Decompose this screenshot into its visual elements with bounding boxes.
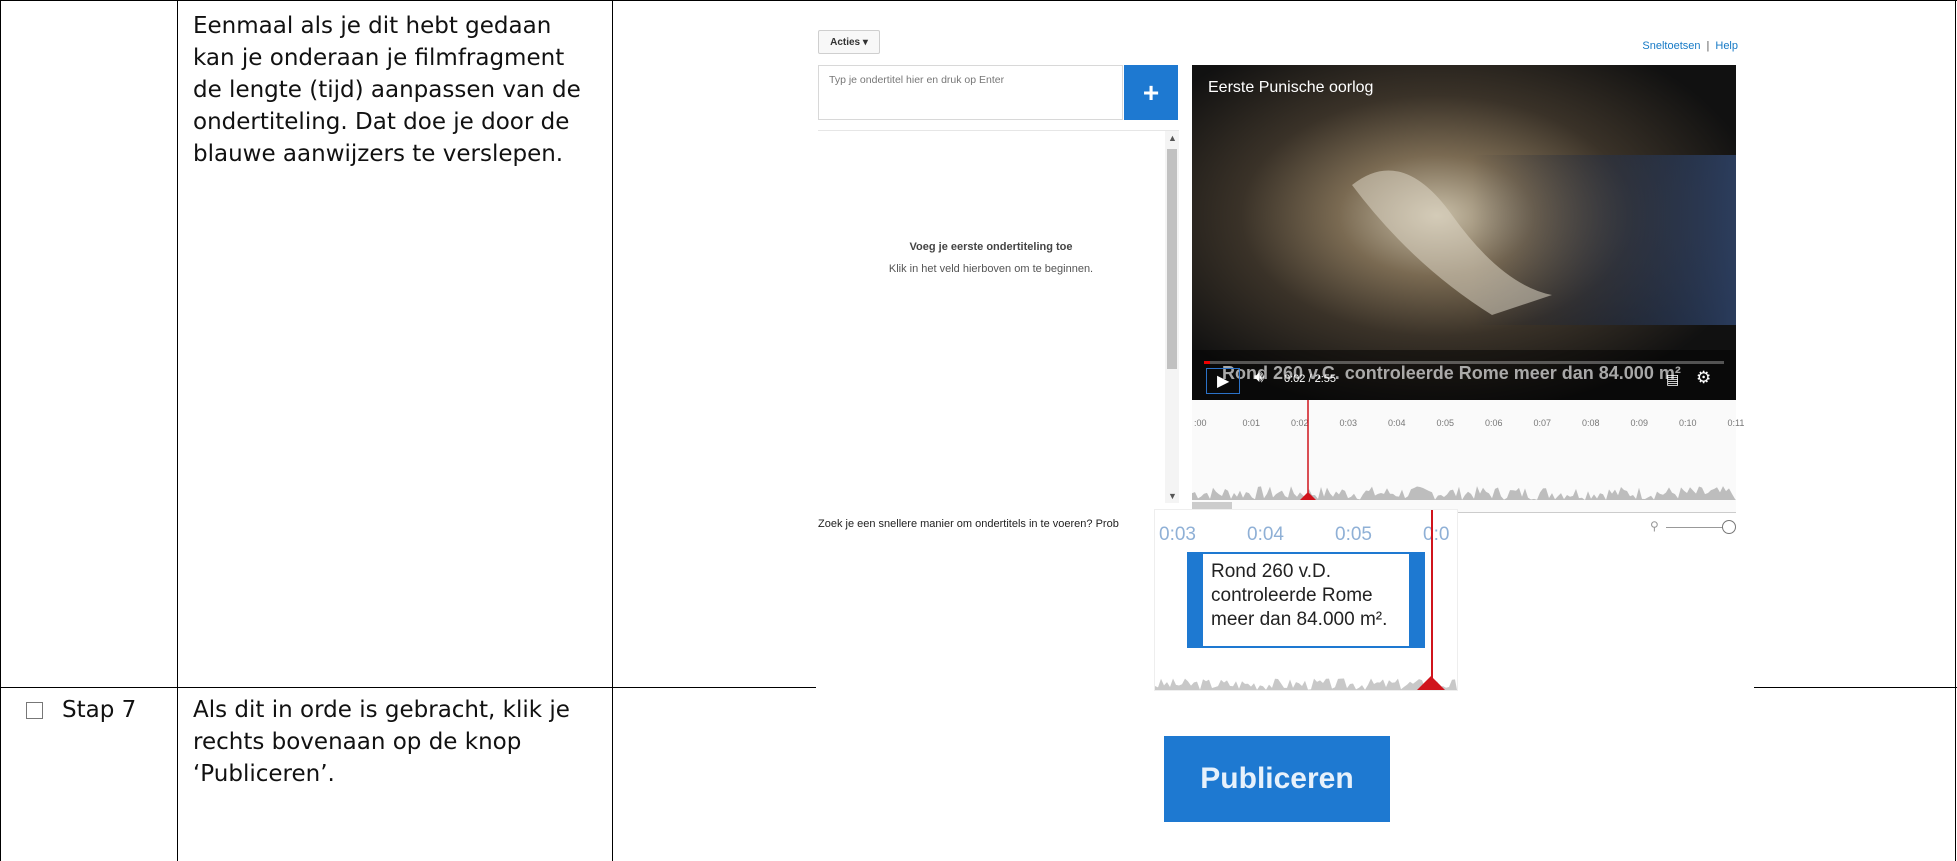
volume-icon[interactable]: 🔊︎ bbox=[1254, 369, 1264, 387]
video-title: Eerste Punische oorlog bbox=[1208, 79, 1374, 96]
table-border-right bbox=[1955, 0, 1956, 861]
table-border-col2 bbox=[612, 0, 613, 861]
instruction-text-row2: Als dit in orde is gebracht, klik je rec… bbox=[193, 697, 570, 787]
step-label: Stap 7 bbox=[62, 697, 137, 723]
subtitles-icon[interactable]: ▤ bbox=[1666, 371, 1679, 388]
table-border-col1 bbox=[177, 0, 178, 861]
publish-button[interactable]: Publiceren bbox=[1164, 736, 1390, 822]
zoomed-tick-label: 0:03 bbox=[1159, 524, 1196, 545]
subtitle-input[interactable]: Typ je ondertitel hier en druk op Enter bbox=[818, 65, 1123, 120]
zoom-slider-handle[interactable] bbox=[1722, 520, 1736, 534]
play-icon[interactable]: ▶ bbox=[1206, 368, 1241, 394]
zoomed-playhead bbox=[1431, 510, 1433, 682]
video-progress-fill bbox=[1204, 361, 1210, 364]
top-links: Sneltoetsen | Help bbox=[1642, 40, 1738, 52]
instruction-text-row1: Eenmaal als je dit hebt gedaan kan je on… bbox=[193, 13, 581, 167]
zoomed-tick-label: 0:05 bbox=[1335, 524, 1372, 545]
video-frame bbox=[1192, 65, 1736, 400]
help-link[interactable]: Help bbox=[1715, 40, 1738, 52]
settings-gear-icon[interactable]: ⚙︎ bbox=[1696, 368, 1711, 388]
table-border-top bbox=[0, 0, 1957, 1]
zoom-slider[interactable] bbox=[1666, 527, 1724, 528]
table-border-left bbox=[0, 0, 1, 861]
link-separator: | bbox=[1706, 40, 1710, 52]
zoomed-cue-view: 0:03 0:04 0:05 0:0 Rond 260 v.D. controleer… bbox=[1155, 510, 1457, 690]
subtitle-list: Voeg je eerste ondertiteling toe Klik in… bbox=[818, 130, 1179, 503]
subtitle-editor-screenshot: Acties ▾ Sneltoetsen | Help Typ je onderti… bbox=[816, 10, 1754, 690]
video-player[interactable]: Eerste Punische oorlog Rond 260 v.C. con… bbox=[1192, 65, 1736, 400]
cue-text: Rond 260 v.D. controleerde Rome meer dan… bbox=[1211, 561, 1388, 630]
cue-end-handle[interactable] bbox=[1409, 552, 1425, 648]
timeline[interactable]: :00 0:01 0:02 0:03 0:04 0:05 0:06 0:07 0:08 0:09 0… bbox=[1192, 400, 1744, 513]
scrollbar[interactable]: ▲ ▼ bbox=[1165, 131, 1179, 503]
actions-dropdown[interactable]: Acties ▾ bbox=[818, 30, 880, 54]
scroll-up-icon[interactable]: ▲ bbox=[1168, 133, 1177, 143]
scroll-down-icon[interactable]: ▼ bbox=[1168, 491, 1177, 501]
zoom-icon: ⚲ bbox=[1650, 519, 1659, 533]
faster-input-hint: Zoek je een snellere manier om ondertite… bbox=[818, 518, 1119, 530]
shortcuts-link[interactable]: Sneltoetsen bbox=[1642, 40, 1700, 52]
zoomed-waveform bbox=[1155, 676, 1457, 690]
subtitle-cue[interactable]: Rond 260 v.D. controleerde Rome meer dan… bbox=[1187, 552, 1425, 648]
time-display: 0:02 / 2:55 bbox=[1284, 373, 1336, 385]
cue-start-handle[interactable] bbox=[1187, 552, 1203, 648]
add-subtitle-button[interactable]: + bbox=[1124, 65, 1178, 120]
scrollbar-thumb[interactable] bbox=[1167, 149, 1177, 369]
empty-state-title: Voeg je eerste ondertiteling toe bbox=[909, 241, 1073, 253]
zoomed-tick-label: 0:0 bbox=[1423, 524, 1450, 545]
video-progress-track[interactable] bbox=[1204, 361, 1724, 364]
audio-waveform bbox=[1192, 400, 1736, 510]
checkbox-icon bbox=[26, 702, 43, 719]
empty-state-hint: Klik in het veld hierboven om te beginne… bbox=[888, 263, 1094, 275]
zoomed-tick-label: 0:04 bbox=[1247, 524, 1284, 545]
